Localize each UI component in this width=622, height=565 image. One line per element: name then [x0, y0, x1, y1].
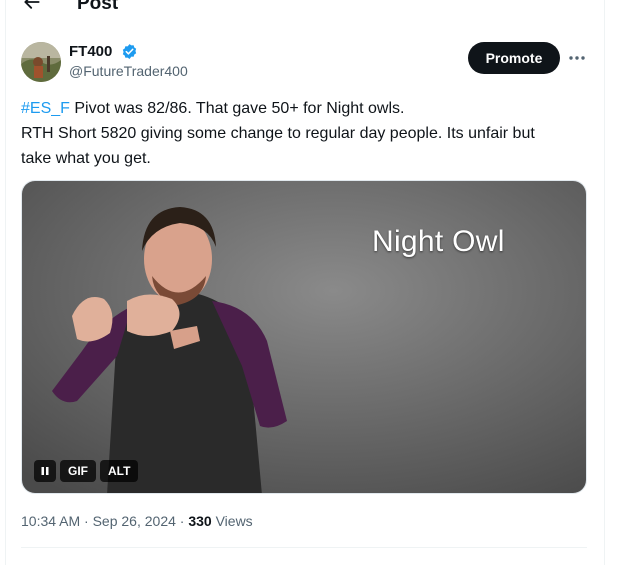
views-label: Views — [211, 513, 253, 529]
post-header: Post — [0, 0, 604, 18]
gif-badge: GIF — [60, 460, 96, 482]
avatar-image — [21, 42, 61, 82]
right-border — [604, 0, 605, 565]
hashtag-link[interactable]: #ES_F — [21, 100, 70, 117]
post-meta: 10:34 AM · Sep 26, 2024 · 330 Views — [21, 512, 253, 530]
author-display-name[interactable]: FT400 — [69, 43, 112, 61]
gif-media[interactable]: Night Owl GIF ALT — [21, 180, 587, 494]
tweet-text: #ES_F Pivot was 82/86. That gave 50+ for… — [21, 96, 591, 171]
tweet-line-1: #ES_F Pivot was 82/86. That gave 50+ for… — [21, 96, 591, 121]
arrow-left-icon[interactable] — [22, 0, 42, 12]
alt-text-button[interactable]: ALT — [100, 460, 139, 482]
post-timestamp[interactable]: 10:34 AM · Sep 26, 2024 · — [21, 513, 188, 529]
page-title: Post — [77, 0, 119, 14]
left-border — [5, 0, 6, 565]
gif-caption-text: Night Owl — [372, 225, 505, 258]
views-count: 330 — [188, 513, 212, 529]
author-handle[interactable]: @FutureTrader400 — [69, 63, 188, 80]
pause-button[interactable] — [34, 460, 56, 482]
pause-icon — [41, 467, 49, 475]
tweet-line-2: RTH Short 5820 giving some change to reg… — [21, 125, 535, 142]
divider — [21, 547, 587, 548]
tweet-line-1-text: Pivot was 82/86. That gave 50+ for Night… — [69, 100, 405, 117]
gif-controls: GIF ALT — [34, 460, 139, 482]
more-horizontal-icon[interactable] — [565, 47, 589, 69]
avatar[interactable] — [21, 42, 61, 82]
verified-badge-icon — [122, 44, 137, 59]
promote-button[interactable]: Promote — [468, 42, 560, 74]
tweet-line-3: take what you get. — [21, 150, 151, 167]
